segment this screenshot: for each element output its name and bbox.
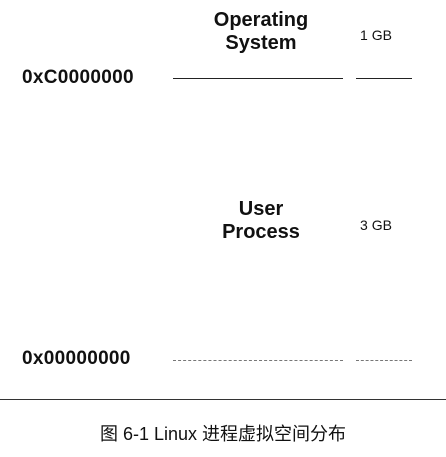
user-region-label: User Process [196, 198, 326, 244]
kernel-boundary-address: 0xC0000000 [22, 67, 134, 88]
os-region-label-line2: System [225, 32, 297, 54]
os-region-label: Operating System [196, 9, 326, 55]
base-line-size-column [356, 360, 412, 361]
caption-divider [0, 399, 446, 400]
base-line [173, 360, 343, 361]
user-region-size: 3 GB [360, 217, 392, 233]
kernel-boundary-line [173, 78, 343, 79]
figure-caption: 图 6-1 Linux 进程虚拟空间分布 [99, 424, 347, 444]
memory-layout-figure: { "regions": { "operating_system": { "li… [0, 0, 446, 457]
user-region-label-line1: User [238, 198, 284, 220]
base-address: 0x00000000 [22, 348, 131, 369]
os-region-size: 1 GB [360, 27, 392, 43]
user-region-label-line2: Process [222, 221, 300, 243]
os-region-label-line1: Operating [213, 9, 309, 31]
kernel-boundary-line-size-column [356, 78, 412, 79]
